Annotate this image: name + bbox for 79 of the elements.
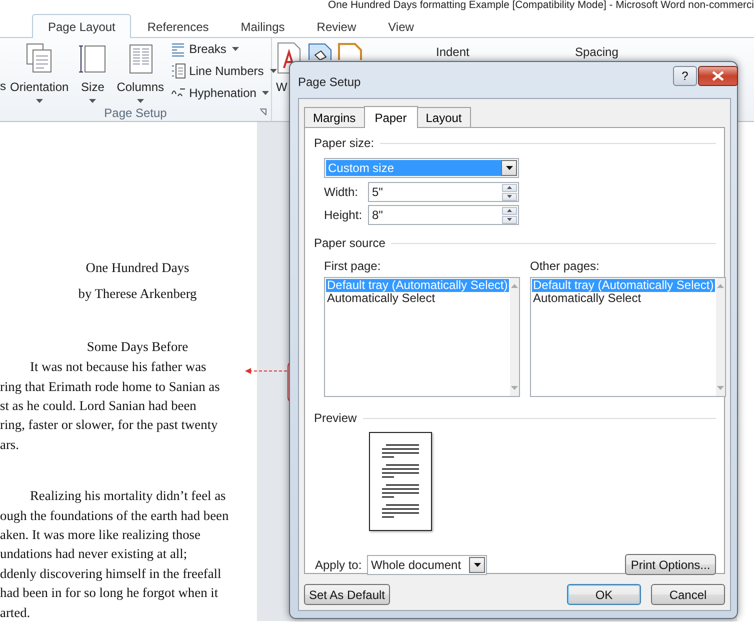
ribbon-button[interactable]: Line Numbers (168, 62, 279, 80)
tray-listbox[interactable]: Default tray (Automatically Select) Automatically Select (530, 277, 726, 397)
page-borders-icon (338, 43, 362, 60)
body-text-line: arted. (0, 604, 32, 622)
dialog-tab[interactable]: Layout (416, 107, 471, 127)
dialog-title: Page Setup (298, 74, 361, 91)
down-arrow-icon (507, 218, 512, 221)
field-label: First page: (324, 258, 382, 275)
up-arrow-icon (507, 186, 512, 189)
document-title: One Hundred Days (84, 259, 190, 277)
scrollbar[interactable] (510, 278, 519, 396)
dialog-tab[interactable]: Margins (304, 107, 365, 127)
section-label: Paper size: (314, 135, 374, 152)
set-as-default-button[interactable]: Set As Default (304, 584, 390, 605)
body-text-line: ring, faster or slower, for the past twenty (0, 416, 219, 434)
breaks-icon (170, 41, 186, 57)
ribbon-tab[interactable]: Page Layout (32, 14, 132, 38)
body-text-line: st as he could. Lord Sanian had been (0, 397, 198, 416)
help-button[interactable]: ? (673, 66, 697, 86)
up-arrow-icon (510, 284, 518, 288)
ribbon-tab[interactable]: Review (300, 14, 372, 38)
group-label: Page Setup (104, 105, 167, 122)
body-text-line: It was not because his father was (29, 358, 208, 376)
list-item[interactable]: Automatically Select (532, 292, 715, 305)
close-icon (712, 71, 724, 81)
dialog-button[interactable]: Cancel (651, 584, 725, 605)
section-heading: Some Days Before (86, 338, 190, 356)
ribbon-button[interactable]: Breaks (168, 40, 279, 58)
body-text-line: had been in for so long he forgot when it (0, 584, 220, 602)
down-arrow-icon (507, 195, 512, 198)
numbers-icon (170, 63, 186, 79)
body-text-line: aken. It was more like realizing those (0, 526, 202, 544)
ribbon-button[interactable]: Size (72, 38, 113, 103)
page-color-icon (308, 43, 332, 60)
body-text-line: ring that Erimath rode home to Sanian as (0, 378, 221, 396)
caret-icon (89, 99, 96, 103)
body-text-line: ough the foundations of the earth had been (0, 506, 230, 525)
section-label: Paper source (314, 235, 386, 252)
body-text-line: ddenly discovering himself in the freefall (0, 564, 222, 583)
dialog-launcher-icon (259, 108, 267, 116)
section-label: Preview (314, 410, 357, 427)
caret-icon (136, 99, 144, 103)
down-arrow-icon (510, 386, 518, 390)
apply-to-dropdown[interactable]: Whole document (367, 554, 487, 574)
body-text-line: Realizing his mortality didn’t feel as (29, 487, 227, 506)
tray-listbox[interactable]: Default tray (Automatically Select) Automatically Select (324, 277, 520, 397)
up-arrow-icon (716, 284, 724, 288)
window-title: One Hundred Days formatting Example [Compatibility Mode] - Microsoft Word non-commerci (328, 0, 754, 13)
caret-icon (262, 91, 270, 95)
down-arrow-icon (716, 386, 724, 390)
caret-icon (36, 99, 43, 103)
scrollbar[interactable] (716, 278, 725, 396)
dialog-tab[interactable]: Paper (364, 106, 418, 128)
close-button[interactable] (698, 66, 738, 86)
ribbon-button[interactable]: Orientation (6, 38, 73, 103)
body-text-line: ars. (0, 436, 20, 454)
button-label[interactable]: s (0, 77, 6, 95)
ribbon-tab[interactable]: View (372, 14, 430, 38)
button-label[interactable]: W (276, 78, 288, 96)
spin-field[interactable]: 8" (368, 205, 519, 225)
field-label: Other pages: (530, 258, 600, 275)
up-arrow-icon (507, 209, 512, 212)
field-label: Height: (324, 207, 364, 224)
ribbon-tab[interactable]: References (131, 14, 225, 38)
dialog-button[interactable]: OK (567, 584, 641, 605)
field-label: Apply to: (315, 556, 363, 574)
spin-field[interactable]: 5" (368, 182, 519, 202)
field-label: Width: (324, 184, 360, 201)
caret-icon (270, 69, 277, 73)
dropdown-arrow-icon (506, 166, 512, 170)
ribbon-button[interactable]: Columns (112, 38, 168, 103)
ribbon-tab[interactable]: Mailings (224, 14, 301, 38)
group-label: Spacing (575, 44, 618, 61)
body-text-line: undations had never existing at all; (0, 545, 188, 564)
list-item[interactable]: Automatically Select (326, 292, 509, 305)
document-author: by Therese Arkenberg (77, 285, 198, 304)
caret-icon (232, 47, 240, 51)
dropdown-arrow-icon (474, 562, 480, 566)
print-options-button[interactable]: Print Options... (625, 554, 716, 575)
